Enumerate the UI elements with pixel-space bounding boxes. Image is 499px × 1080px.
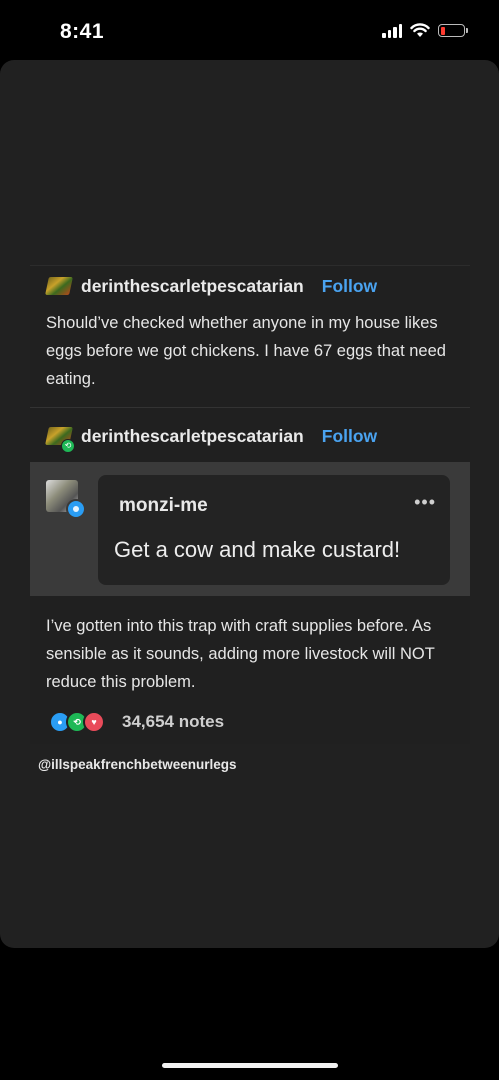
post-username[interactable]: derinthescarletpescatarian — [81, 426, 304, 447]
quoted-reply: monzi-me ••• Get a cow and make custard! — [30, 462, 470, 596]
reply-username[interactable]: monzi-me — [119, 495, 208, 517]
post-reblog: ⟲ derinthescarletpescatarian Follow monz… — [30, 407, 470, 744]
reply-bubble: monzi-me ••• Get a cow and make custard! — [98, 475, 450, 585]
reply-text: Get a cow and make custard! — [114, 537, 401, 562]
notes-row[interactable]: ● ⟲ ♥ 34,654 notes — [49, 711, 224, 733]
post-body: Should’ve checked whether anyone in my h… — [46, 314, 446, 388]
follow-button[interactable]: Follow — [322, 276, 377, 297]
follow-button[interactable]: Follow — [322, 426, 377, 447]
battery-icon — [438, 24, 468, 37]
notes-count[interactable]: 34,654 notes — [122, 712, 224, 732]
more-icon[interactable]: ••• — [414, 493, 436, 511]
reply-badge-icon — [66, 499, 86, 519]
post-header: ⟲ derinthescarletpescatarian Follow — [45, 426, 377, 453]
credit-handle: @illspeakfrenchbetweenurlegs — [38, 757, 237, 772]
post-original: derinthescarletpescatarian Follow Should… — [30, 265, 470, 409]
post-body: I’ve gotten into this trap with craft su… — [46, 617, 435, 691]
post-username[interactable]: derinthescarletpescatarian — [81, 276, 304, 297]
reblog-icon: ⟲ — [61, 438, 75, 453]
home-indicator[interactable] — [162, 1063, 338, 1068]
wifi-icon — [410, 23, 430, 37]
status-bar: 8:41 — [0, 0, 499, 62]
signal-icon — [382, 23, 402, 38]
clock: 8:41 — [60, 20, 105, 43]
like-icon: ♥ — [83, 711, 105, 733]
post-header: derinthescarletpescatarian Follow — [45, 276, 377, 297]
status-icons — [382, 23, 468, 38]
note-icons: ● ⟲ ♥ — [49, 711, 105, 733]
avatar[interactable]: ⟲ — [45, 426, 75, 453]
battery-level — [441, 26, 445, 35]
avatar[interactable] — [45, 276, 73, 297]
